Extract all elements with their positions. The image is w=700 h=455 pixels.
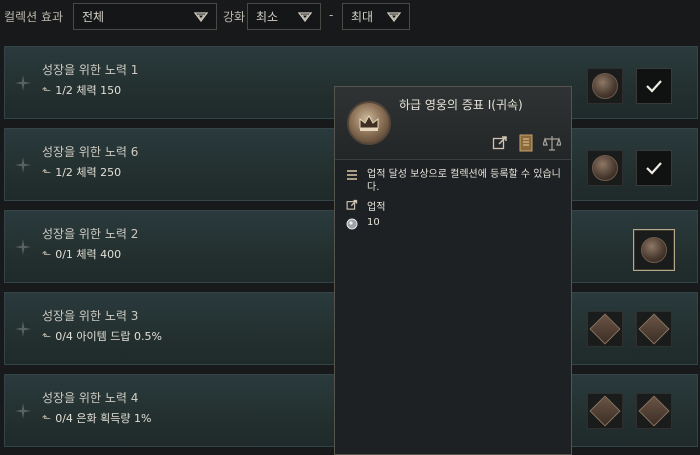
- compass-star-icon: [15, 157, 31, 173]
- tooltip-description-line: 업적 달성 보상으로 컬렉션에 등록할 수 있습니다.: [345, 168, 567, 194]
- collection-stat: ⬑ 0/4 아이템 드랍 0.5%: [42, 328, 162, 344]
- tooltip-source: 업적: [367, 202, 386, 213]
- chevron-down-icon: [298, 11, 312, 22]
- collection-effect-label: 컬렉션 효과: [4, 10, 64, 24]
- filter-bar: 컬렉션 효과 전체 강화 최소 - 최대: [0, 0, 700, 40]
- enhance-max-value: 최대: [351, 10, 374, 24]
- collection-name: 성장을 위한 노력 4: [42, 391, 139, 405]
- collection-name: 성장을 위한 노력 2: [42, 227, 139, 241]
- stat-arrow-icon: ⬑: [42, 166, 52, 179]
- chevron-down-icon: [387, 11, 401, 22]
- collection-name: 성장을 위한 노력 3: [42, 309, 139, 323]
- check-icon: [646, 80, 662, 93]
- compass-star-icon: [15, 239, 31, 255]
- collection-stat-text: 0/4 은화 획득량 1%: [55, 412, 152, 425]
- silver-coin-icon: [345, 217, 359, 231]
- enhance-min-value: 최소: [256, 10, 279, 24]
- crystal-gem-icon: [589, 313, 621, 345]
- tooltip-header: 하급 영웅의 증표 I(귀속): [335, 87, 571, 160]
- collection-stat: ⬑ 1/2 체력 150: [42, 82, 121, 98]
- stat-arrow-icon: ⬑: [42, 84, 52, 97]
- item-slot[interactable]: [636, 393, 672, 429]
- collection-effect-dropdown[interactable]: 전체: [73, 3, 217, 30]
- stat-arrow-icon: ⬑: [42, 330, 52, 343]
- item-slot[interactable]: [587, 150, 623, 186]
- collection-stat-text: 1/2 체력 250: [55, 166, 122, 179]
- collection-stat: ⬑ 0/4 은화 획득량 1%: [42, 410, 151, 426]
- compass-star-icon: [15, 75, 31, 91]
- item-slot[interactable]: [587, 311, 623, 347]
- item-slot-selected[interactable]: [633, 229, 675, 271]
- crystal-gem-icon: [638, 313, 670, 345]
- item-slot[interactable]: [587, 393, 623, 429]
- link-icon: [345, 198, 359, 212]
- collection-stat-text: 0/1 체력 400: [55, 248, 122, 261]
- emblem-coin-icon: [641, 237, 667, 263]
- collection-effect-value: 전체: [82, 10, 105, 24]
- crystal-gem-icon: [638, 395, 670, 427]
- collection-stat: ⬑ 0/1 체력 400: [42, 246, 121, 262]
- collection-name: 성장을 위한 노력 1: [42, 63, 139, 77]
- range-dash: -: [329, 8, 334, 22]
- enhance-max-dropdown[interactable]: 최대: [342, 3, 410, 30]
- chevron-down-icon: [194, 11, 208, 22]
- emblem-coin-icon: [592, 73, 618, 99]
- scale-icon[interactable]: [543, 134, 561, 152]
- check-icon: [646, 162, 662, 175]
- tooltip-count: 10: [367, 217, 380, 228]
- crown-icon: [359, 114, 379, 131]
- crystal-gem-icon: [589, 395, 621, 427]
- tooltip-title: 하급 영웅의 증표 I(귀속): [399, 98, 523, 112]
- item-slot-registered[interactable]: [636, 68, 672, 104]
- link-icon[interactable]: [491, 134, 509, 152]
- tooltip-count-line: 10: [345, 217, 380, 231]
- hero-emblem-icon: [347, 101, 391, 145]
- collection-stat-text: 0/4 아이템 드랍 0.5%: [55, 330, 162, 343]
- compass-star-icon: [15, 321, 31, 337]
- item-tooltip: 하급 영웅의 증표 I(귀속) 업적 달성 보상으로 컬렉션에 등록할 수 있습…: [334, 86, 572, 455]
- item-slot-registered[interactable]: [636, 150, 672, 186]
- compass-star-icon: [15, 403, 31, 419]
- tooltip-source-line: 업적: [345, 198, 385, 213]
- item-slot[interactable]: [636, 311, 672, 347]
- item-slot[interactable]: [587, 68, 623, 104]
- collection-name: 성장을 위한 노력 6: [42, 145, 139, 159]
- tooltip-description: 업적 달성 보상으로 컬렉션에 등록할 수 있습니다.: [367, 169, 561, 193]
- collection-stat-text: 1/2 체력 150: [55, 84, 122, 97]
- book-icon[interactable]: [517, 134, 535, 152]
- tooltip-actions: [491, 134, 561, 152]
- list-icon: [345, 168, 359, 182]
- stat-arrow-icon: ⬑: [42, 412, 52, 425]
- emblem-coin-icon: [592, 155, 618, 181]
- enhance-min-dropdown[interactable]: 최소: [247, 3, 321, 30]
- enhance-label: 강화: [223, 10, 246, 24]
- collection-stat: ⬑ 1/2 체력 250: [42, 164, 121, 180]
- stat-arrow-icon: ⬑: [42, 248, 52, 261]
